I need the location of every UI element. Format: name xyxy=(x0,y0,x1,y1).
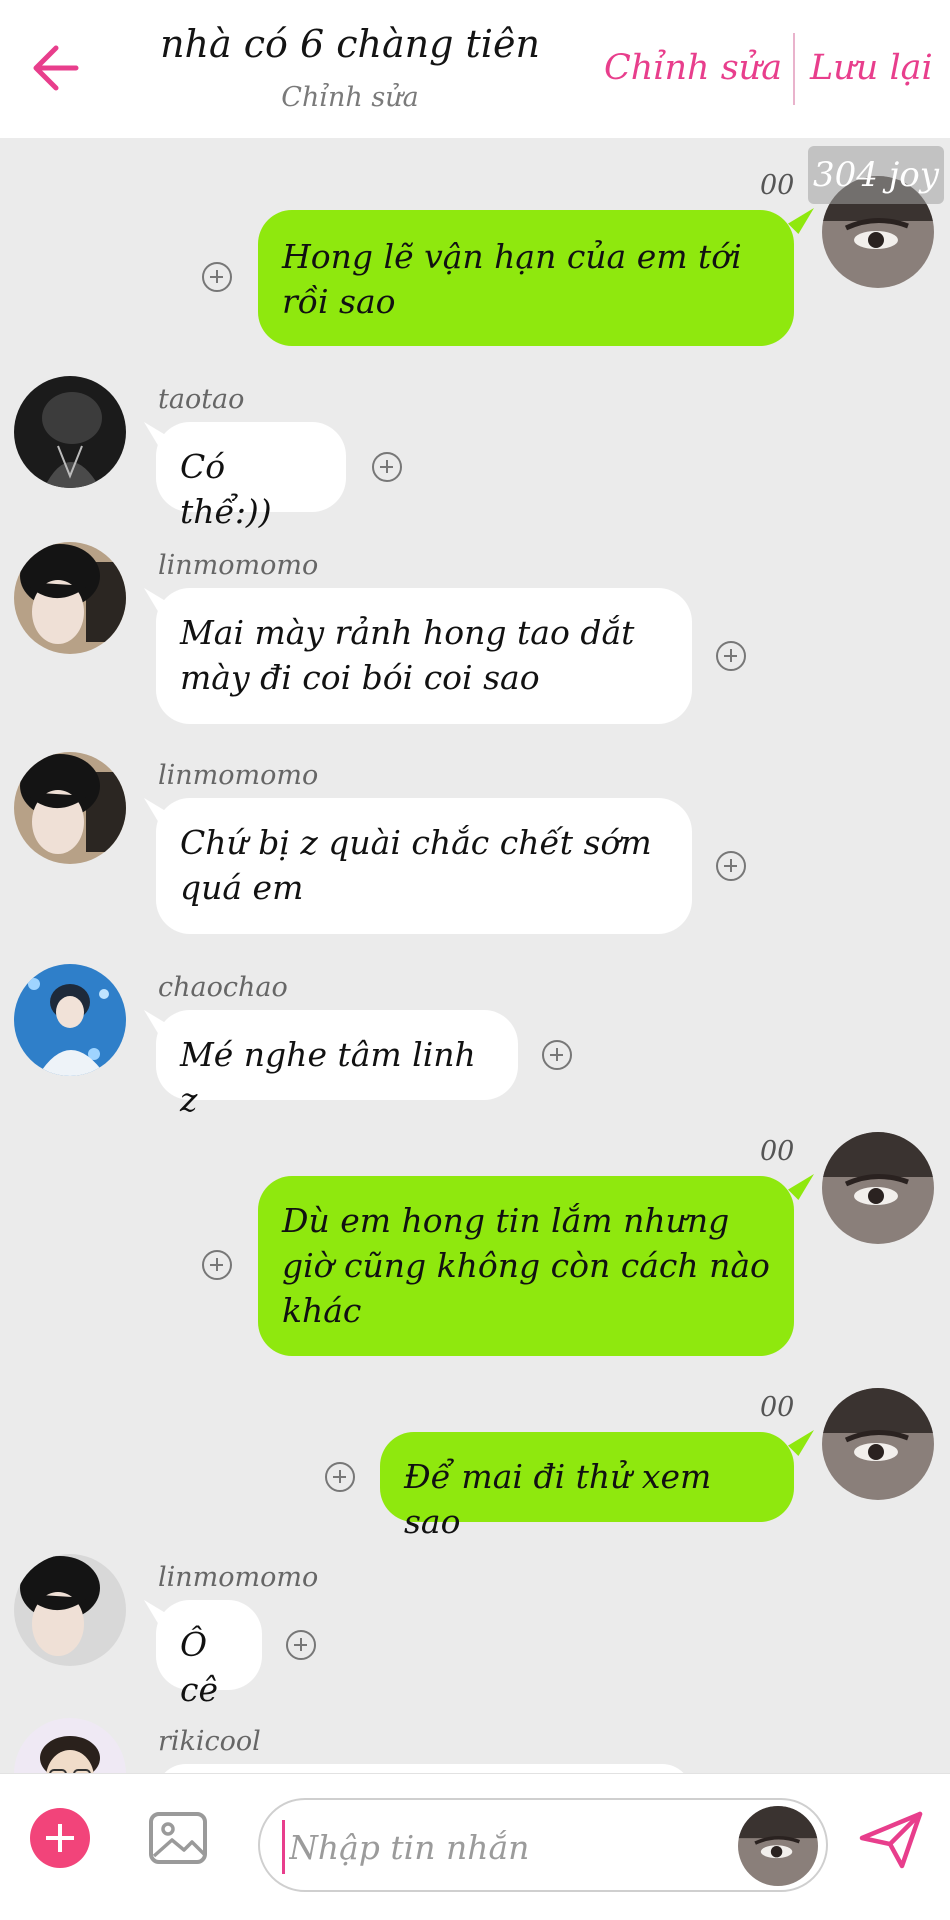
message-bubble[interactable] xyxy=(156,1764,692,1773)
message-text-line: Mai mày rảnh hong tao dắt xyxy=(180,613,635,652)
message-text-line: Chứ bị z quài chắc chết sớm xyxy=(180,823,652,862)
react-plus-icon[interactable] xyxy=(716,641,746,671)
react-plus-icon[interactable] xyxy=(372,452,402,482)
react-plus-icon[interactable] xyxy=(325,1462,355,1492)
chat-subtitle: Chỉnh sửa xyxy=(281,82,419,113)
avatar-linmomomo[interactable] xyxy=(14,1554,126,1666)
watermark-label: 304 joy xyxy=(808,146,944,204)
message-bubble[interactable]: Có thể:)) xyxy=(156,422,346,531)
message-bubble[interactable]: Hong lẽ vận hạn của em tới rồi sao xyxy=(258,210,794,346)
message-bubble[interactable]: Chứ bị z quài chắc chết sớm quá em xyxy=(156,798,692,934)
avatar-taotao[interactable] xyxy=(14,376,126,488)
image-icon[interactable] xyxy=(148,1808,208,1868)
react-plus-icon[interactable] xyxy=(202,1250,232,1280)
chat-area[interactable]: 00 Hong lẽ vận hạn của em tới rồi sao ta… xyxy=(0,138,950,1773)
avatar-self[interactable] xyxy=(738,1806,818,1886)
header-divider xyxy=(793,33,795,105)
avatar-linmomomo[interactable] xyxy=(14,542,126,654)
message-text-line: Ô cê xyxy=(180,1625,219,1709)
message-text-line: mày đi coi bói coi sao xyxy=(180,658,540,697)
message-bubble[interactable]: Mé nghe tâm linh z xyxy=(156,1010,518,1119)
sender-name: linmomomo xyxy=(158,1562,319,1593)
sender-name: linmomomo xyxy=(158,760,319,791)
sender-name: taotao xyxy=(158,384,245,415)
avatar-self[interactable] xyxy=(822,1388,934,1500)
message-text-line: quá em xyxy=(180,868,304,907)
save-button[interactable]: Lưu lại xyxy=(810,48,933,88)
avatar-self[interactable] xyxy=(822,1132,934,1244)
sender-name: 00 xyxy=(760,1136,795,1167)
sender-name: 00 xyxy=(760,1392,795,1423)
arrow-left-icon[interactable] xyxy=(28,36,84,100)
sender-name: chaochao xyxy=(158,972,288,1003)
sender-name: rikicool xyxy=(158,1726,261,1757)
message-text-line: Dù em hong tin lắm nhưng xyxy=(282,1201,730,1240)
react-plus-icon[interactable] xyxy=(202,262,232,292)
message-bubble[interactable]: Dù em hong tin lắm nhưng giờ cũng không … xyxy=(258,1176,794,1356)
message-text-line: Mé nghe tâm linh z xyxy=(180,1035,476,1119)
message-input[interactable] xyxy=(282,1820,731,1874)
sender-name: 00 xyxy=(760,170,795,201)
message-input-container xyxy=(258,1798,828,1892)
chat-title: nhà có 6 chàng tiên xyxy=(160,22,540,66)
avatar-chaochao[interactable] xyxy=(14,964,126,1076)
message-bubble[interactable]: Để mai đi thử xem sao xyxy=(380,1432,794,1541)
react-plus-icon[interactable] xyxy=(286,1630,316,1660)
message-text-line: Hong lẽ vận hạn của em tới xyxy=(282,237,742,276)
avatar-rikicool[interactable] xyxy=(14,1718,126,1773)
message-text-line: rồi sao xyxy=(282,282,396,321)
avatar-linmomomo[interactable] xyxy=(14,752,126,864)
react-plus-icon[interactable] xyxy=(542,1040,572,1070)
sender-name: linmomomo xyxy=(158,550,319,581)
react-plus-icon[interactable] xyxy=(716,851,746,881)
edit-button[interactable]: Chỉnh sửa xyxy=(604,48,782,88)
paper-plane-icon[interactable] xyxy=(858,1810,924,1870)
message-text-line: Có thể:)) xyxy=(180,447,272,531)
message-bubble[interactable]: Ô cê xyxy=(156,1600,262,1709)
message-bubble[interactable]: Mai mày rảnh hong tao dắt mày đi coi bói… xyxy=(156,588,692,724)
composer-bar xyxy=(0,1773,950,1920)
plus-circle-icon[interactable] xyxy=(30,1808,90,1868)
chat-header: nhà có 6 chàng tiên Chỉnh sửa Chỉnh sửa … xyxy=(0,0,950,138)
message-text-line: giờ cũng không còn cách nào xyxy=(282,1246,770,1285)
message-text-line: khác xyxy=(282,1291,362,1330)
message-text-line: Để mai đi thử xem sao xyxy=(404,1457,712,1541)
